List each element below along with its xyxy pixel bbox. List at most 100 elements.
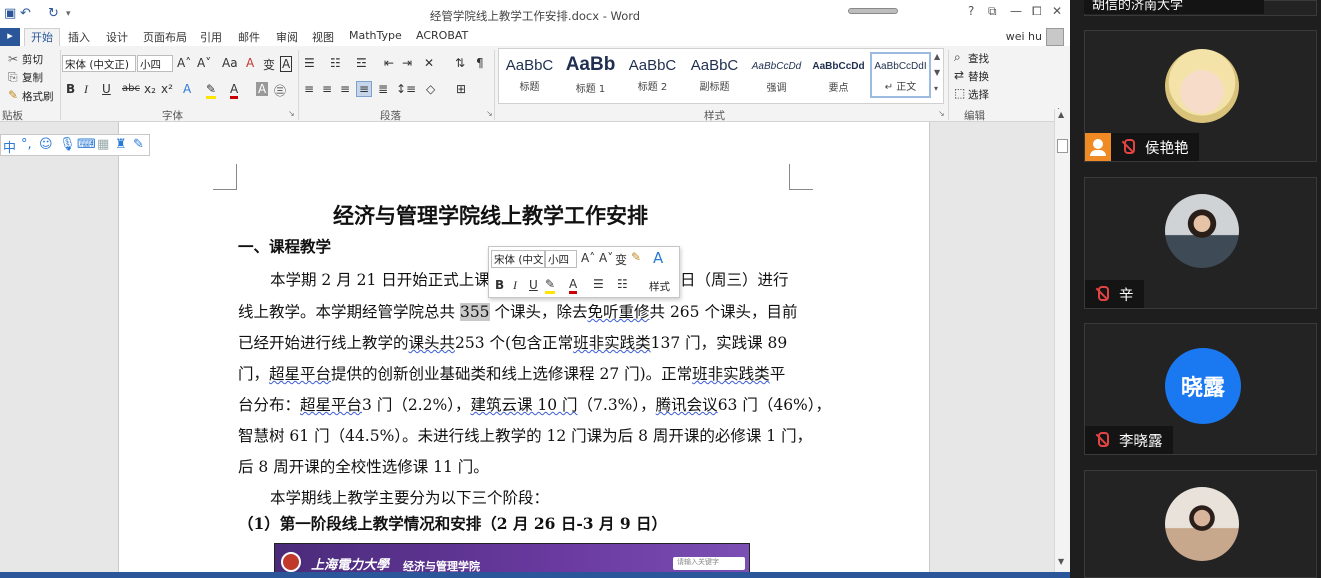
- spelling-flag[interactable]: 腾讯会议: [656, 396, 718, 414]
- font-color-icon[interactable]: A: [230, 82, 239, 99]
- replace-button[interactable]: 替换: [968, 69, 989, 84]
- mini-styles-icon[interactable]: A: [653, 249, 663, 267]
- style-subtitle[interactable]: AaBbC 副标题: [684, 52, 745, 98]
- close-button[interactable]: ✕: [1052, 4, 1062, 18]
- chinese-layout-icon[interactable]: ✕: [424, 56, 434, 70]
- mini-shrink-font-icon[interactable]: A˅: [599, 251, 613, 265]
- styles-dialog-launcher-icon[interactable]: ↘: [938, 109, 945, 118]
- mini-underline-icon[interactable]: U: [529, 278, 538, 292]
- user-name[interactable]: wei hu: [1006, 30, 1042, 43]
- ime-punct-icon[interactable]: °,: [21, 137, 32, 152]
- ribbon-display-button[interactable]: ⧉: [988, 4, 997, 19]
- align-left-icon[interactable]: ≡: [304, 82, 314, 96]
- borders-icon[interactable]: ⊞: [456, 82, 466, 96]
- bold-icon[interactable]: B: [66, 82, 75, 96]
- grow-font-icon[interactable]: A˄: [177, 56, 191, 70]
- tab-mailings[interactable]: 邮件: [238, 29, 260, 45]
- font-dialog-launcher-icon[interactable]: ↘: [288, 109, 295, 118]
- mini-format-painter-icon[interactable]: ✎: [631, 250, 641, 264]
- mini-font-combo[interactable]: 宋体 (中文: [491, 250, 545, 268]
- clear-format-icon[interactable]: A: [246, 56, 254, 70]
- ime-chinese-mode[interactable]: 中: [3, 137, 16, 156]
- increase-indent-icon[interactable]: ⇥: [402, 56, 412, 70]
- highlight-icon[interactable]: ✎: [206, 82, 217, 99]
- mini-italic-icon[interactable]: I: [513, 278, 517, 293]
- styles-scroll-up-icon[interactable]: ▲: [934, 52, 940, 61]
- decrease-indent-icon[interactable]: ⇤: [384, 56, 394, 70]
- style-heading1[interactable]: AaBb 标题 1: [560, 52, 621, 98]
- change-case-icon[interactable]: Aa: [222, 56, 238, 70]
- user-avatar[interactable]: [1046, 28, 1064, 46]
- multilevel-list-icon[interactable]: ☲: [356, 56, 367, 70]
- mini-bold-icon[interactable]: B: [495, 278, 504, 292]
- ime-keyboard-icon[interactable]: ⌨: [77, 137, 96, 152]
- tab-view[interactable]: 视图: [312, 29, 334, 45]
- font-size-combo[interactable]: 小四: [137, 55, 173, 72]
- scroll-thumb[interactable]: [1057, 139, 1068, 153]
- mini-bullets-icon[interactable]: ☰: [593, 277, 604, 291]
- mini-font-color-icon[interactable]: A: [569, 277, 578, 294]
- ime-emoji-icon[interactable]: ☺: [39, 137, 53, 152]
- vertical-scrollbar[interactable]: ▲ ▼: [1054, 109, 1070, 572]
- tab-mathtype[interactable]: MathType: [349, 29, 402, 42]
- styles-scroll-down-icon[interactable]: ▼: [934, 68, 940, 77]
- mini-phonetic-icon[interactable]: 变: [615, 251, 627, 268]
- style-strong[interactable]: AaBbCcDd 要点: [808, 52, 869, 98]
- mini-numbering-icon[interactable]: ☷: [617, 277, 628, 291]
- copy-button[interactable]: 复制: [22, 70, 43, 85]
- spelling-flag[interactable]: 课头共: [409, 334, 456, 352]
- participant-tile[interactable]: 晓露 李晓露: [1084, 323, 1317, 455]
- tab-home[interactable]: 开始: [24, 28, 60, 47]
- numbering-icon[interactable]: ☷: [330, 56, 341, 70]
- strikethrough-icon[interactable]: abc: [122, 83, 140, 94]
- paragraph-dialog-launcher-icon[interactable]: ↘: [486, 109, 493, 118]
- style-title[interactable]: AaBbC 标题: [499, 52, 560, 98]
- spelling-flag[interactable]: 建筑云课 10 门: [470, 396, 577, 414]
- styles-more-icon[interactable]: ▾: [934, 84, 938, 93]
- spelling-flag[interactable]: 班非实践类: [573, 334, 651, 352]
- ime-voice-icon[interactable]: 🎙: [59, 137, 76, 152]
- text-effects-icon[interactable]: A: [183, 82, 191, 96]
- char-shading-icon[interactable]: A: [256, 82, 269, 96]
- style-emphasis[interactable]: AaBbCcDd 强调: [746, 52, 807, 98]
- italic-icon[interactable]: I: [84, 82, 88, 97]
- tab-insert[interactable]: 插入: [68, 29, 90, 45]
- find-button[interactable]: 查找: [968, 51, 989, 66]
- select-button[interactable]: 选择: [968, 87, 989, 102]
- tab-page-layout[interactable]: 页面布局: [143, 29, 187, 45]
- phonetic-guide-icon[interactable]: 变: [263, 56, 275, 73]
- tab-file[interactable]: ▸: [0, 28, 20, 46]
- help-button[interactable]: ?: [968, 4, 974, 18]
- shading-icon[interactable]: ◇: [426, 82, 435, 96]
- tab-acrobat[interactable]: ACROBAT: [416, 29, 468, 42]
- justify-icon[interactable]: ≡: [356, 81, 373, 97]
- participant-tile[interactable]: 侯艳艳: [1084, 30, 1317, 162]
- scroll-down-icon[interactable]: ▼: [1058, 557, 1064, 566]
- ime-skin-icon[interactable]: ♜: [115, 137, 127, 152]
- tab-review[interactable]: 审阅: [276, 29, 298, 45]
- maximize-button[interactable]: ⧠: [1032, 4, 1042, 19]
- style-heading2[interactable]: AaBbC 标题 2: [622, 52, 683, 98]
- spelling-flag[interactable]: 超星平台: [300, 396, 362, 414]
- ime-settings-icon[interactable]: ✎: [133, 137, 144, 152]
- shrink-font-icon[interactable]: A˅: [197, 56, 211, 70]
- format-painter-button[interactable]: 格式刷: [22, 89, 54, 104]
- sort-icon[interactable]: ⇅: [455, 56, 465, 70]
- mini-grow-font-icon[interactable]: A˄: [581, 251, 595, 265]
- minimize-button[interactable]: —: [1010, 4, 1022, 18]
- char-border-icon[interactable]: A: [280, 56, 293, 72]
- tab-references[interactable]: 引用: [200, 29, 222, 45]
- bullets-icon[interactable]: ☰: [304, 56, 315, 70]
- enclose-char-icon[interactable]: ㊂: [274, 82, 286, 99]
- ime-tools-icon[interactable]: ▦: [97, 137, 109, 152]
- selected-text[interactable]: 355: [459, 303, 490, 321]
- spelling-flag[interactable]: 班非实践类: [692, 365, 770, 383]
- underline-icon[interactable]: U: [102, 82, 111, 96]
- mini-highlight-icon[interactable]: ✎: [545, 277, 556, 294]
- style-normal[interactable]: AaBbCcDdI ↵ 正文: [870, 52, 931, 98]
- participant-tile[interactable]: 辛: [1084, 177, 1317, 309]
- cut-button[interactable]: 剪切: [22, 52, 43, 67]
- align-center-icon[interactable]: ≡: [322, 82, 332, 96]
- participant-tile[interactable]: [1084, 470, 1317, 578]
- show-marks-icon[interactable]: ¶: [476, 56, 484, 70]
